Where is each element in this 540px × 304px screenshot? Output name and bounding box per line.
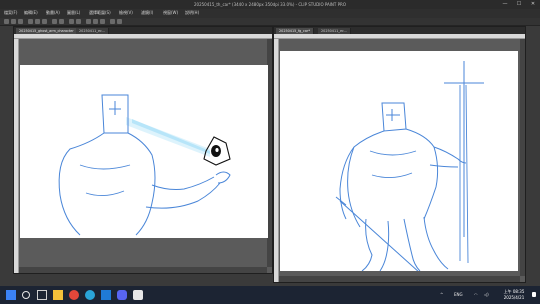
new-file-icon[interactable] bbox=[4, 19, 9, 24]
clock-date: 2025/4/21 bbox=[503, 295, 525, 300]
clock[interactable]: 上午 08:35 2025/4/21 bbox=[502, 289, 526, 301]
clear-icon[interactable] bbox=[69, 19, 74, 24]
task-view-icon[interactable] bbox=[37, 290, 47, 300]
title-bar: 20250415_th_car* (3440 x 2480px 350dpi 3… bbox=[0, 0, 540, 9]
vertical-ruler bbox=[14, 39, 19, 273]
menu-animation[interactable]: 動畫(A) bbox=[46, 10, 60, 16]
menu-layer[interactable]: 圖層(L) bbox=[67, 10, 80, 16]
window-title: 20250415_th_car* (3440 x 2480px 350dpi 3… bbox=[194, 2, 346, 7]
redo-icon[interactable] bbox=[59, 19, 64, 24]
notification-icon[interactable] bbox=[532, 292, 536, 297]
tray-arrow-icon[interactable]: ^ bbox=[440, 292, 443, 297]
menu-file[interactable]: 檔案(F) bbox=[4, 10, 17, 16]
vertical-ruler-right bbox=[274, 39, 279, 282]
maximize-button[interactable]: ☐ bbox=[512, 0, 526, 9]
fill-icon[interactable] bbox=[76, 19, 81, 24]
snap-ruler-icon[interactable] bbox=[110, 19, 115, 24]
invert-selection-icon[interactable] bbox=[100, 19, 105, 24]
close-button[interactable]: ✕ bbox=[526, 0, 540, 9]
windows-icon[interactable] bbox=[6, 290, 16, 300]
transform-icon[interactable] bbox=[86, 19, 91, 24]
wifi-icon[interactable]: ◠ bbox=[474, 292, 478, 297]
horizontal-ruler bbox=[14, 34, 272, 39]
snap-grid-icon[interactable] bbox=[117, 19, 122, 24]
menu-window[interactable]: 視窗(W) bbox=[163, 10, 178, 16]
cut-icon[interactable] bbox=[28, 19, 33, 24]
undo-icon[interactable] bbox=[52, 19, 57, 24]
chrome-icon[interactable] bbox=[69, 290, 79, 300]
language-indicator[interactable]: ENG bbox=[454, 292, 463, 297]
vertical-scrollbar-right[interactable] bbox=[520, 39, 525, 276]
horizontal-ruler-right bbox=[274, 34, 525, 39]
horizontal-scrollbar-right[interactable] bbox=[279, 276, 520, 282]
discord-icon[interactable] bbox=[117, 290, 127, 300]
deselect-icon[interactable] bbox=[93, 19, 98, 24]
save-icon[interactable] bbox=[18, 19, 23, 24]
menu-help[interactable]: 說明(H) bbox=[185, 10, 199, 16]
edge-icon[interactable] bbox=[85, 290, 95, 300]
canvas-right[interactable] bbox=[280, 51, 518, 274]
windows-taskbar: ^ ENG ◠ ◁) 上午 08:35 2025/4/21 bbox=[0, 286, 540, 304]
volume-icon[interactable]: ◁) bbox=[484, 292, 489, 297]
open-file-icon[interactable] bbox=[11, 19, 16, 24]
right-tab-bar: 20250415_fg_car* 20250411_ec... bbox=[274, 27, 525, 34]
left-tab-bar: 20250415_ghost_arm_character 20250411_ec… bbox=[14, 27, 272, 34]
copy-icon[interactable] bbox=[35, 19, 40, 24]
canvas-left[interactable] bbox=[20, 65, 268, 238]
left-canvas-panel: 20250415_ghost_arm_character 20250411_ec… bbox=[13, 26, 273, 274]
paste-icon[interactable] bbox=[42, 19, 47, 24]
menu-view[interactable]: 檢視(V) bbox=[119, 10, 133, 16]
minimize-button[interactable]: — bbox=[498, 0, 512, 9]
sketch-ghost-arm bbox=[58, 94, 231, 236]
menu-filter[interactable]: 濾鏡(I) bbox=[141, 10, 153, 16]
clip-studio-icon[interactable] bbox=[133, 290, 143, 300]
file-explorer-icon[interactable] bbox=[53, 290, 63, 300]
right-canvas-panel: 20250415_fg_car* 20250411_ec... bbox=[273, 26, 526, 283]
search-icon[interactable] bbox=[22, 291, 30, 299]
clip-studio-window: 20250415_th_car* (3440 x 2480px 350dpi 3… bbox=[0, 0, 540, 304]
command-bar bbox=[0, 18, 540, 26]
vscode-icon[interactable] bbox=[101, 290, 111, 300]
menu-edit[interactable]: 編輯(E) bbox=[24, 10, 38, 16]
menu-selection[interactable]: 選擇範圍(S) bbox=[89, 10, 111, 16]
sketch-knight-figure bbox=[335, 61, 484, 274]
menu-bar: 檔案(F) 編輯(E) 動畫(A) 圖層(L) 選擇範圍(S) 檢視(V) 濾鏡… bbox=[0, 9, 540, 18]
horizontal-scrollbar[interactable] bbox=[19, 267, 267, 273]
